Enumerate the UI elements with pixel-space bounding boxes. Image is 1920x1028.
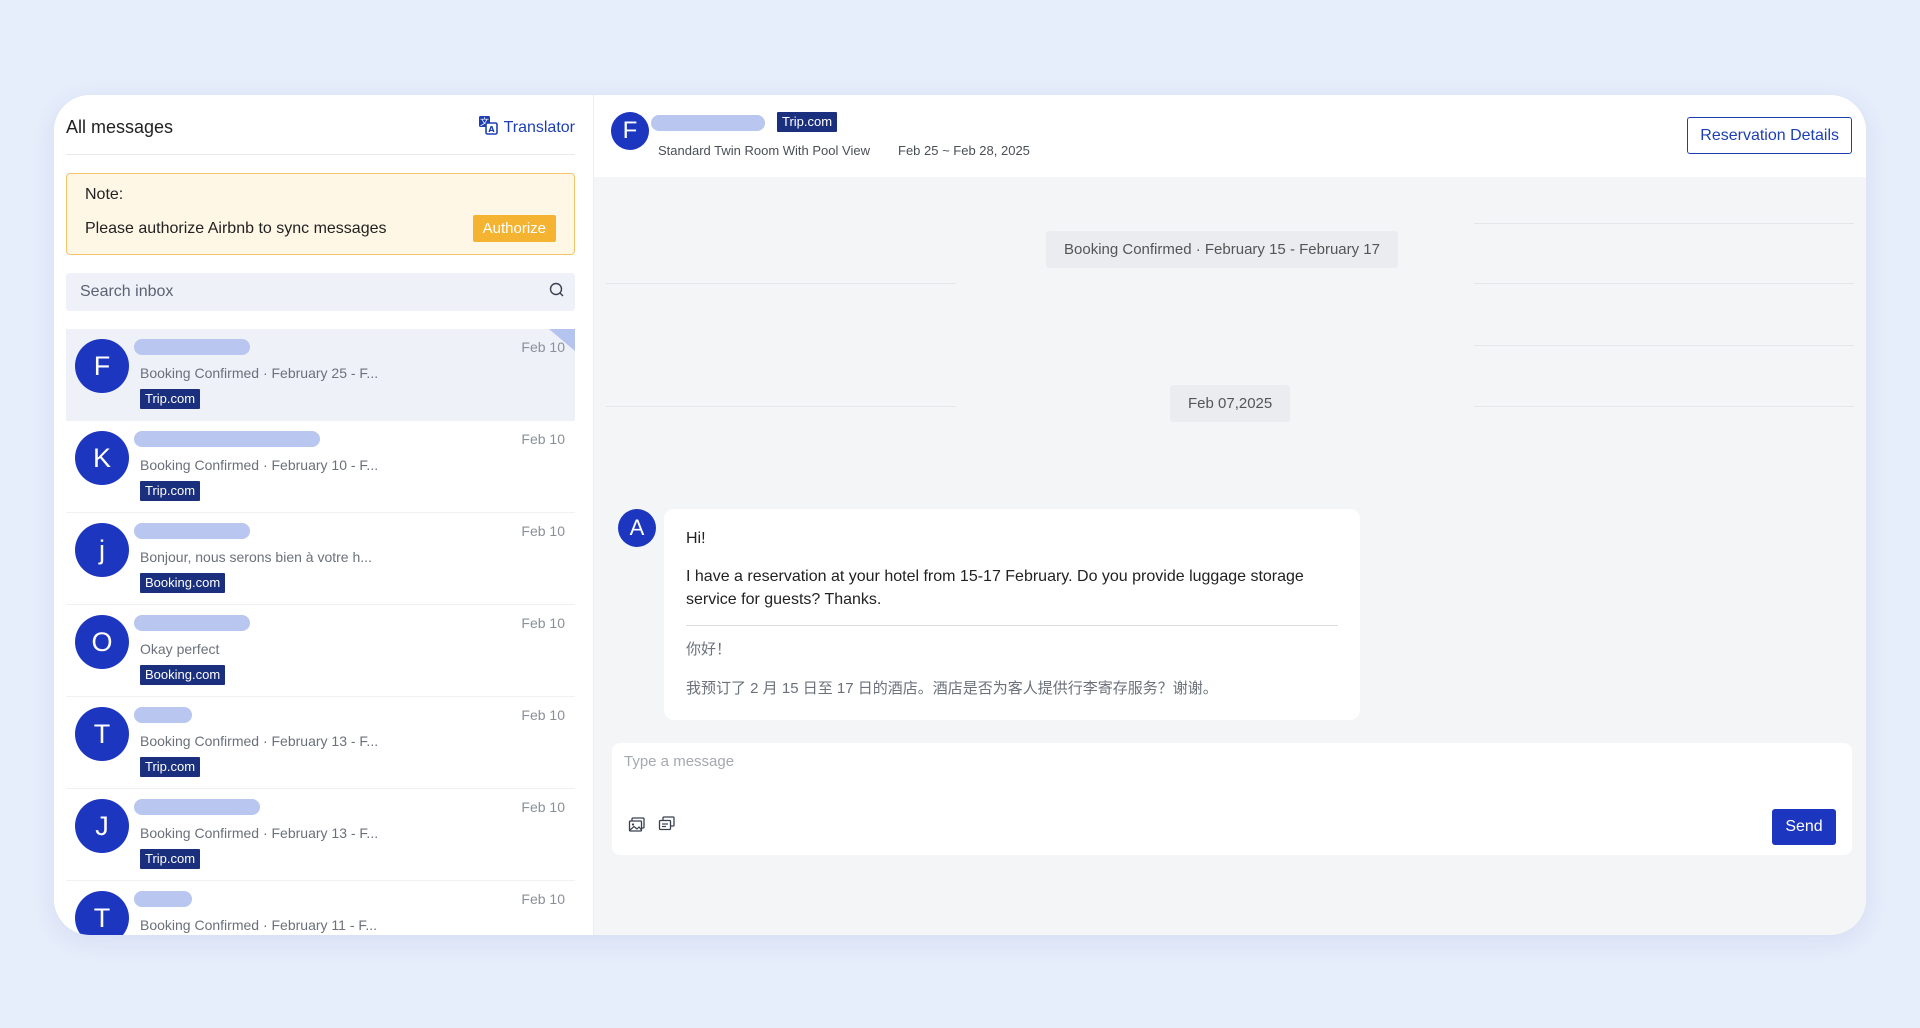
chat-header: F Trip.com Standard Twin Room With Pool … [594, 95, 1866, 177]
svg-text:A: A [488, 125, 495, 134]
channel-badge: Trip.com [140, 757, 201, 777]
conversation-preview: Booking Confirmed · February 10 - F... [140, 457, 379, 473]
conversation-preview: Okay perfect [140, 641, 220, 657]
system-event-pill: Booking Confirmed · February 15 - Februa… [1046, 231, 1398, 268]
message-input[interactable] [624, 753, 1724, 793]
inbox-panel: All messages 文 A Translator Note: Please… [54, 95, 594, 935]
guest-name-redacted [134, 891, 192, 907]
conversation-avatar: T [75, 707, 129, 761]
authorize-button[interactable]: Authorize [472, 215, 556, 242]
channel-badge: Booking.com [140, 573, 226, 593]
guest-name-redacted [134, 799, 260, 815]
guest-avatar: F [611, 112, 649, 150]
channel-badge: Trip.com [777, 112, 838, 132]
template-icon[interactable] [658, 816, 676, 837]
translator-button[interactable]: 文 A Translator [478, 115, 575, 140]
message-composer: Send [612, 743, 1852, 855]
conversation-avatar: T [75, 891, 129, 935]
conversation-list: F Feb 10 Booking Confirmed · February 25 -… [66, 329, 575, 935]
divider-line [1474, 345, 1854, 346]
search-input[interactable] [80, 283, 480, 301]
conversation-row[interactable]: T Feb 10 Booking Confirmed · February 13 -… [66, 697, 575, 789]
translated-greeting: 你好！ [686, 641, 732, 658]
send-button[interactable]: Send [1772, 809, 1836, 845]
message-body: I have a reservation at your hotel from … [686, 568, 1304, 608]
conversation-row[interactable]: F Feb 10 Booking Confirmed · February 25 -… [66, 329, 575, 421]
image-upload-icon[interactable] [628, 817, 646, 838]
conversation-avatar: j [75, 523, 129, 577]
conversation-preview: Booking Confirmed · February 25 - F... [140, 365, 379, 381]
conversation-preview: Booking Confirmed · February 11 - F... [140, 917, 378, 933]
conversation-date: Feb 10 [521, 799, 565, 815]
divider-line [606, 406, 956, 407]
guest-name-redacted [134, 339, 250, 355]
authorize-note: Note: Please authorize Airbnb to sync me… [66, 173, 575, 255]
divider-line [1474, 406, 1854, 407]
conversation-row[interactable]: j Feb 10 Bonjour, nous serons bien à votre… [66, 513, 575, 605]
conversation-date: Feb 10 [521, 707, 565, 723]
channel-badge: Trip.com [140, 389, 201, 409]
app-window: All messages 文 A Translator Note: Please… [54, 95, 1866, 935]
sender-avatar: A [618, 509, 656, 547]
conversation-preview: Booking Confirmed · February 13 - F... [140, 733, 379, 749]
translated-body: 我预订了 2 月 15 日至 17 日的酒店。酒店是否为客人提供行李寄存服务？谢… [686, 680, 1218, 697]
conversation-date: Feb 10 [521, 615, 565, 631]
translator-label: Translator [503, 118, 575, 136]
conversation-avatar: J [75, 799, 129, 853]
inbox-title: All messages [66, 117, 174, 137]
conversation-row[interactable]: K Feb 10 Booking Confirmed · February 10 -… [66, 421, 575, 513]
conversation-preview: Booking Confirmed · February 13 - F... [140, 825, 379, 841]
message-bubble: Hi! I have a reservation at your hotel f… [664, 509, 1360, 720]
guest-name-redacted [134, 615, 250, 631]
divider-line [1474, 283, 1854, 284]
chat-panel: F Trip.com Standard Twin Room With Pool … [594, 95, 1866, 935]
conversation-row[interactable]: J Feb 10 Booking Confirmed · February 13 -… [66, 789, 575, 881]
conversation-date: Feb 10 [521, 431, 565, 447]
selected-corner-marker [549, 329, 575, 351]
inbox-header: All messages 文 A Translator [66, 95, 575, 155]
conversation-row[interactable]: O Feb 10 Okay perfect Booking.com [66, 605, 575, 697]
conversation-avatar: K [75, 431, 129, 485]
reservation-details-button[interactable]: Reservation Details [1687, 117, 1852, 154]
search-bar [66, 273, 575, 311]
conversation-avatar: F [75, 339, 129, 393]
conversation-date: Feb 10 [521, 891, 565, 907]
guest-name-redacted [651, 115, 765, 131]
conversation-date: Feb 10 [521, 523, 565, 539]
conversation-avatar: O [75, 615, 129, 669]
message-greeting: Hi! [686, 530, 706, 547]
room-type: Standard Twin Room With Pool View [658, 143, 870, 158]
guest-name-redacted [134, 431, 320, 447]
stay-dates: Feb 25 ~ Feb 28, 2025 [898, 143, 1030, 158]
search-icon[interactable] [549, 282, 565, 303]
conversation-preview: Bonjour, nous serons bien à votre h... [140, 549, 372, 565]
divider-line [1474, 223, 1854, 224]
translator-icon: 文 A [478, 115, 498, 140]
note-label: Note: [85, 186, 124, 203]
translation-divider [686, 625, 1338, 626]
channel-badge: Trip.com [140, 849, 201, 869]
conversation-row[interactable]: T Feb 10 Booking Confirmed · February 11 -… [66, 881, 575, 935]
date-divider-pill: Feb 07,2025 [1170, 385, 1291, 422]
divider-line [606, 283, 956, 284]
channel-badge: Trip.com [140, 481, 201, 501]
channel-badge: Booking.com [140, 665, 226, 685]
guest-name-redacted [134, 523, 250, 539]
guest-name-redacted [134, 707, 192, 723]
